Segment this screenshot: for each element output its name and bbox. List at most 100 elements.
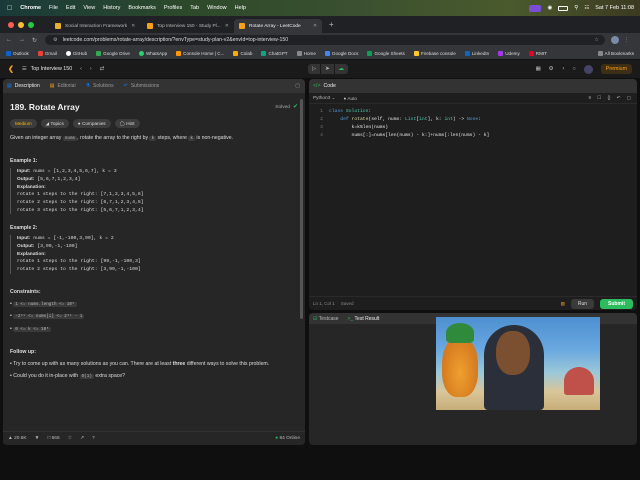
- auto-toggle[interactable]: ● Auto: [343, 96, 357, 101]
- apple-icon[interactable]: : [7, 5, 12, 12]
- bookmark-star-icon[interactable]: ☆: [594, 37, 599, 43]
- expand-panel-icon[interactable]: ▢: [295, 83, 300, 89]
- editor-status-bar: Ln 1, Col 1 Saved ▧ Run Submit: [309, 296, 637, 310]
- share-icon[interactable]: ↗: [80, 436, 84, 441]
- address-input[interactable]: ⚙ leetcode.com/problems/rotate-array/des…: [45, 35, 606, 45]
- fullscreen-icon[interactable]: ▢: [627, 95, 631, 101]
- menu-file[interactable]: File: [49, 5, 58, 11]
- reset-icon[interactable]: ↶: [617, 95, 621, 101]
- bookmark-rmit[interactable]: RMIT: [528, 50, 547, 56]
- code-tab-title[interactable]: Code: [324, 83, 336, 89]
- tab-description[interactable]: ▤ Description: [7, 83, 40, 89]
- like-button[interactable]: ▲ 20.6K: [8, 436, 27, 441]
- battery-icon[interactable]: [558, 5, 569, 11]
- menu-profiles[interactable]: Profiles: [164, 5, 182, 11]
- debug-icon[interactable]: ▷: [308, 64, 321, 74]
- bookmark-firebase[interactable]: Firebase console: [413, 50, 456, 56]
- submit-cloud-icon[interactable]: ☁: [334, 64, 348, 74]
- tab-testcase[interactable]: ☑ Testcase: [313, 316, 339, 322]
- hint-chip[interactable]: ◯ Hint: [114, 119, 140, 129]
- constraint-text: 1 <= nums.length <= 10⁵: [13, 301, 77, 307]
- menu-edit[interactable]: Edit: [66, 5, 75, 11]
- datetime[interactable]: Sat 7 Feb 11:08: [595, 5, 634, 11]
- problem-list-title[interactable]: Top Interview 150: [31, 66, 73, 72]
- new-tab-button[interactable]: +: [329, 20, 334, 29]
- minimize-window-button[interactable]: [18, 22, 24, 28]
- bookmark-google-sheets[interactable]: Google Sheets: [367, 50, 405, 56]
- profile-avatar[interactable]: [611, 36, 620, 44]
- problem-list-icon[interactable]: ☰: [22, 66, 27, 72]
- comments-count: 666: [51, 436, 60, 441]
- bookmark-udemy[interactable]: Udemy: [498, 50, 520, 56]
- browser-tab[interactable]: Social Interaction Framework ✕: [50, 19, 138, 33]
- maximize-window-button[interactable]: [28, 22, 34, 28]
- recording-indicator-icon[interactable]: [529, 4, 542, 12]
- layout-icon[interactable]: ▦: [536, 66, 541, 72]
- menu-chrome[interactable]: Chrome: [20, 5, 41, 11]
- tab-test-result[interactable]: >_ Test Result: [348, 316, 380, 322]
- run-button[interactable]: Run: [570, 298, 595, 309]
- dislike-button[interactable]: ▼: [35, 436, 40, 441]
- tab-editorial[interactable]: ▤ Editorial: [50, 83, 76, 89]
- menu-tab[interactable]: Tab: [190, 5, 199, 11]
- back-icon[interactable]: ←: [6, 37, 12, 44]
- tab-solutions[interactable]: ⚗ Solutions: [86, 83, 114, 89]
- forward-icon[interactable]: →: [19, 37, 25, 44]
- format-icon[interactable]: ≡: [589, 95, 592, 101]
- bookmark-outlook[interactable]: Outlook: [6, 50, 29, 56]
- menu-view[interactable]: View: [83, 5, 95, 11]
- bookmark-google-docs[interactable]: Google Docs: [324, 50, 358, 56]
- prev-problem-icon[interactable]: ‹: [80, 66, 82, 72]
- search-icon[interactable]: ⚲: [574, 5, 578, 11]
- menu-help[interactable]: Help: [235, 5, 246, 11]
- menu-window[interactable]: Window: [207, 5, 227, 11]
- leetcode-logo-icon[interactable]: ❮: [8, 65, 14, 73]
- browser-tab-active[interactable]: Rotate Array - LeetCode ✕: [234, 19, 322, 33]
- menu-bookmarks[interactable]: Bookmarks: [128, 5, 156, 11]
- bookmark-gmail[interactable]: Gmail: [37, 50, 57, 56]
- run-code-icon[interactable]: ➤: [321, 64, 334, 74]
- settings-icon[interactable]: ⚙: [549, 66, 554, 72]
- online-dot-icon: ●: [275, 436, 279, 441]
- bookmark-whatsapp[interactable]: WhatsApp: [138, 50, 167, 56]
- bookmark-linkedin[interactable]: LinkedIn: [464, 50, 489, 56]
- menu-history[interactable]: History: [103, 5, 120, 11]
- help-icon[interactable]: ?: [92, 436, 95, 441]
- bookmark-chatgpt[interactable]: ChatGPT: [261, 50, 288, 56]
- browser-tab[interactable]: Top Interview 150 - Study Pl... ✕: [142, 19, 230, 33]
- language-select[interactable]: Python3 ⌄: [313, 95, 335, 101]
- next-problem-icon[interactable]: ›: [90, 66, 92, 72]
- code-area[interactable]: 1 class Solution​: 2 def rotate(self, nums…: [309, 104, 637, 140]
- bookmark-home[interactable]: Home: [296, 50, 316, 56]
- shuffle-icon[interactable]: ⇄: [100, 66, 104, 72]
- notification-icon[interactable]: ○: [573, 66, 576, 72]
- close-tab-icon[interactable]: ✕: [313, 24, 317, 29]
- tab-submissions[interactable]: ↶ Submissions: [124, 83, 160, 89]
- close-tab-icon[interactable]: ✕: [225, 24, 229, 29]
- all-bookmarks[interactable]: All Bookmarks: [597, 50, 634, 56]
- control-center-icon[interactable]: ☷: [584, 5, 589, 11]
- streak-counter[interactable]: ◔: [561, 66, 564, 72]
- more-menu-icon[interactable]: ⋮: [624, 37, 629, 43]
- close-tab-icon[interactable]: ✕: [131, 24, 135, 29]
- bookmark-colab[interactable]: Colab: [233, 50, 252, 56]
- bookmark-icon[interactable]: ☐: [597, 95, 601, 101]
- favorite-icon[interactable]: ☆: [68, 436, 72, 441]
- topics-chip[interactable]: ◢ Topics: [40, 119, 69, 129]
- site-info-icon[interactable]: ⚙: [53, 37, 58, 43]
- bookmark-google-drive[interactable]: Google Drive: [96, 50, 130, 56]
- companies-chip[interactable]: ● Companies: [72, 119, 111, 129]
- premium-button[interactable]: Premium: [600, 64, 632, 74]
- console-icon[interactable]: ▧: [561, 301, 565, 307]
- reload-icon[interactable]: ↻: [32, 37, 37, 44]
- description-scrollbar[interactable]: [300, 99, 303, 319]
- close-window-button[interactable]: [8, 22, 14, 28]
- bookmark-aws-console[interactable]: Console Home | C...: [176, 50, 224, 56]
- difficulty-badge[interactable]: Medium: [10, 119, 37, 129]
- braces-icon[interactable]: {}: [607, 95, 610, 101]
- wifi-icon[interactable]: ◉: [547, 5, 552, 11]
- bookmark-github[interactable]: GitHub: [65, 50, 87, 56]
- avatar[interactable]: [583, 64, 593, 74]
- comments-button[interactable]: □ 666: [47, 436, 59, 441]
- submit-button[interactable]: Submit: [600, 298, 633, 309]
